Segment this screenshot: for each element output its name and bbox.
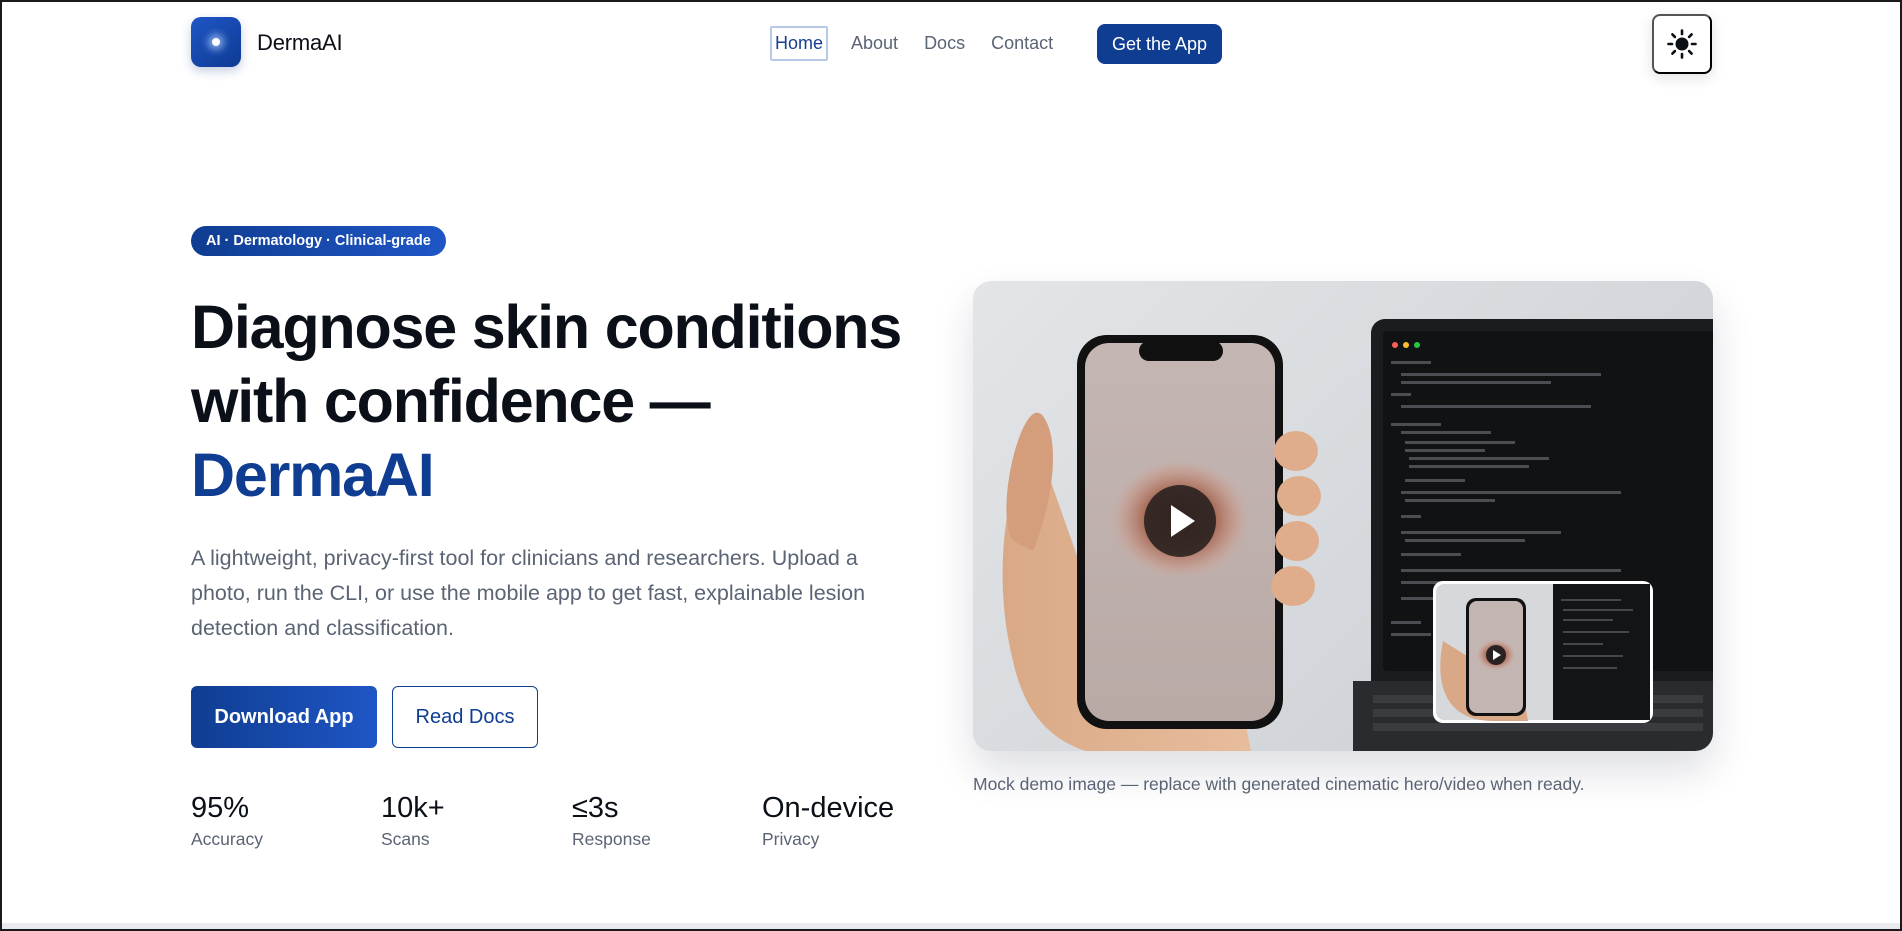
stat-label: Privacy (762, 829, 820, 849)
top-nav: DermaAI Home About Docs Contact Get the … (2, 2, 1900, 88)
hero-title-line1: Diagnose skin conditions (191, 293, 902, 361)
demo-illustration (1002, 319, 1713, 751)
play-icon (1144, 485, 1216, 557)
sun-icon (1667, 29, 1697, 59)
hero-badge: AI · Dermatology · Clinical-grade (191, 226, 446, 256)
stat-value: On-device (762, 792, 895, 824)
stat-scans: 10k+ Scans (381, 792, 445, 850)
stat-response: ≤3s Response (572, 792, 651, 850)
hero-title: Diagnose skin conditions with confidence… (191, 290, 931, 512)
pip-thumbnail (1433, 581, 1653, 723)
stat-value: 10k+ (381, 792, 445, 824)
nav-links: Home About Docs Contact (770, 26, 1076, 61)
download-app-button[interactable]: Download App (191, 686, 377, 748)
stats-row: 95% Accuracy 10k+ Scans ≤3s Response On-… (191, 792, 951, 862)
stat-value: ≤3s (572, 792, 619, 824)
nav-link-about[interactable]: About (848, 28, 901, 59)
stat-label: Scans (381, 829, 430, 849)
nav-link-home[interactable]: Home (770, 26, 829, 61)
logo-dot (212, 38, 220, 46)
stat-label: Response (572, 829, 651, 849)
stat-label: Accuracy (191, 829, 263, 849)
stat-privacy: On-device Privacy (762, 792, 894, 850)
hero-demo-media[interactable] (973, 281, 1713, 751)
media-caption: Mock demo image — replace with generated… (973, 774, 1585, 794)
theme-toggle-button[interactable] (1652, 14, 1712, 74)
nav-link-contact[interactable]: Contact (988, 28, 1056, 59)
logo-icon[interactable] (191, 17, 241, 67)
hero-title-line2: with confidence — (191, 367, 711, 435)
stat-value: 95% (191, 792, 250, 824)
hero-description: A lightweight, privacy-first tool for cl… (191, 546, 866, 640)
hero-title-accent: DermaAI (191, 441, 435, 509)
brand-name[interactable]: DermaAI (257, 30, 343, 56)
read-docs-button[interactable]: Read Docs (392, 686, 538, 748)
nav-link-docs[interactable]: Docs (921, 28, 968, 59)
stat-accuracy: 95% Accuracy (191, 792, 263, 850)
bottom-divider (2, 923, 1900, 929)
get-app-button[interactable]: Get the App (1097, 24, 1223, 64)
page-frame: DermaAI Home About Docs Contact Get the … (0, 0, 1902, 931)
